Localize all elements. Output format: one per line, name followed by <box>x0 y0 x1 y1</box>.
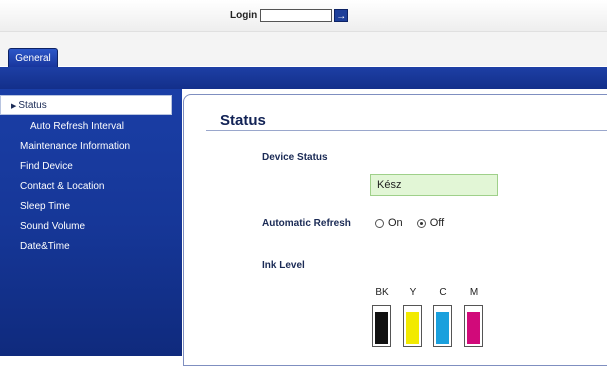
device-status-value: Kész <box>370 174 498 196</box>
refresh-off-radio[interactable] <box>416 218 426 228</box>
triangle-right-icon: ▶ <box>11 103 17 110</box>
sidebar-item-status[interactable]: ▶ Status <box>0 95 172 115</box>
tab-general[interactable]: General <box>8 48 58 68</box>
sidebar-item-find-device[interactable]: Find Device <box>0 157 172 177</box>
ink-bar-y <box>403 305 422 347</box>
ink-label-bk: BK <box>375 287 389 298</box>
content-panel <box>183 94 607 366</box>
title-divider <box>206 130 607 131</box>
refresh-on-radio[interactable] <box>375 218 384 228</box>
sidebar-item-sleep-time[interactable]: Sleep Time <box>0 197 172 217</box>
tab-strip <box>0 32 607 66</box>
ink-label-m: M <box>469 287 479 298</box>
sidebar-item-contact-location[interactable]: Contact & Location <box>0 177 172 197</box>
login-submit-button[interactable]: → <box>334 9 349 22</box>
ink-bar-m <box>464 305 483 347</box>
sidebar-item-auto-refresh-interval[interactable]: Auto Refresh Interval <box>0 117 172 137</box>
ink-fill-y <box>406 311 419 344</box>
ink-label-y: Y <box>409 287 417 298</box>
automatic-refresh-label: Automatic Refresh <box>262 218 351 229</box>
ink-bar-bk <box>372 305 391 347</box>
top-bar: Login → <box>0 0 607 32</box>
page-title: Status <box>220 112 266 129</box>
device-status-label: Device Status <box>262 152 328 163</box>
ink-label-c: C <box>439 287 447 298</box>
nav-band <box>0 67 607 89</box>
refresh-on-label[interactable]: On <box>388 217 403 229</box>
login-password-input[interactable] <box>260 9 333 22</box>
ink-level-label: Ink Level <box>262 260 305 271</box>
arrow-right-icon: → <box>336 11 347 22</box>
ink-fill-bk <box>375 311 388 344</box>
sidebar-item-date-time[interactable]: Date&Time <box>0 237 172 257</box>
login-label: Login <box>230 10 258 21</box>
refresh-off-label[interactable]: Off <box>430 217 444 229</box>
automatic-refresh-radio-group: On Off <box>375 217 458 229</box>
ink-fill-c <box>436 311 449 344</box>
login-area: Login → <box>230 9 349 22</box>
ink-fill-m <box>467 311 480 344</box>
ink-bar-c <box>433 305 452 347</box>
sidebar-item-sound-volume[interactable]: Sound Volume <box>0 217 172 237</box>
sidebar-item-maintenance-information[interactable]: Maintenance Information <box>0 137 172 157</box>
sidebar-item-label: Status <box>18 100 47 111</box>
